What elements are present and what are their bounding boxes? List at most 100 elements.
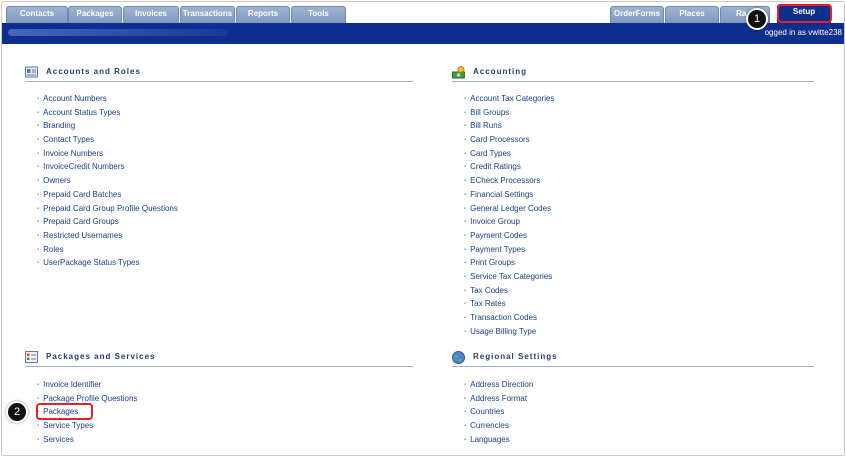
regional-link[interactable]: Currencies	[470, 421, 509, 430]
bullet-icon: ▪	[464, 123, 467, 130]
accounting-item[interactable]: ▪ Print Groups	[464, 256, 554, 270]
accounting-link[interactable]: Card Processors	[470, 135, 530, 144]
regional-link[interactable]: Address Direction	[470, 380, 533, 389]
checklist-icon	[25, 351, 38, 363]
bullet-icon: ▪	[464, 382, 467, 388]
accounts-roles-link[interactable]: Contact Types	[43, 135, 94, 144]
tab-contacts[interactable]: Contacts	[6, 6, 68, 24]
accounts-roles-item[interactable]: ▪ InvoiceCredit Numbers	[37, 160, 178, 174]
tab-invoices[interactable]: Invoices	[123, 6, 179, 24]
packages-services-item[interactable]: ▪ Services	[37, 433, 137, 447]
accounting-link[interactable]: Payment Types	[470, 245, 525, 254]
accounts-roles-item[interactable]: ▪ UserPackage Status Types	[37, 256, 178, 270]
accounting-link[interactable]: Tax Codes	[470, 286, 508, 295]
accounts-roles-link[interactable]: Prepaid Card Groups	[43, 217, 119, 226]
app-window: Contacts Packages Invoices Transactions …	[1, 1, 845, 456]
accounting-link[interactable]: General Ledger Codes	[470, 204, 551, 213]
bullet-icon: ▪	[37, 178, 40, 185]
accounting-link[interactable]: Financial Settings	[470, 190, 533, 199]
accounts-roles-link[interactable]: Branding	[43, 121, 75, 130]
packages-services-item[interactable]: ▪ Invoice Identifier	[37, 378, 137, 392]
accounting-item[interactable]: ▪ ECheck Processors	[464, 174, 554, 188]
accounting-link[interactable]: Invoice Group	[470, 217, 520, 226]
accounts-roles-link[interactable]: Owners	[43, 176, 71, 185]
accounts-roles-item[interactable]: ▪ Restricted Usernames	[37, 229, 178, 243]
accounts-roles-link[interactable]: Roles	[43, 245, 63, 254]
accounts-roles-link[interactable]: UserPackage Status Types	[43, 258, 139, 267]
address-card-icon	[25, 66, 38, 78]
accounting-link[interactable]: Credit Ratings	[470, 162, 521, 171]
tab-reports[interactable]: Reports	[236, 6, 290, 24]
accounting-link[interactable]: Print Groups	[470, 258, 515, 267]
packages-services-link[interactable]: Services	[43, 435, 74, 444]
accounts-roles-item[interactable]: ▪ Branding	[37, 119, 178, 133]
accounting-link[interactable]: Transaction Codes	[470, 313, 537, 322]
accounts-roles-item[interactable]: ▪ Account Status Types	[37, 106, 178, 120]
tab-places[interactable]: Places	[665, 6, 719, 24]
accounting-item[interactable]: ▪ Bill Groups	[464, 106, 554, 120]
accounts-roles-link[interactable]: Account Numbers	[43, 94, 107, 103]
accounts-roles-item[interactable]: ▪ Prepaid Card Groups	[37, 215, 178, 229]
accounting-link[interactable]: Card Types	[470, 149, 511, 158]
accounts-roles-item[interactable]: ▪ Invoice Numbers	[37, 147, 178, 161]
tab-tools[interactable]: Tools	[291, 6, 346, 24]
accounts-roles-item[interactable]: ▪ Prepaid Card Group Profile Questions	[37, 202, 178, 216]
bullet-icon: ▪	[464, 273, 467, 280]
regional-item[interactable]: ▪ Languages	[464, 433, 533, 447]
accounts-roles-link[interactable]: Restricted Usernames	[43, 231, 122, 240]
packages-services-link[interactable]: Invoice Identifier	[43, 380, 101, 389]
accounting-item[interactable]: ▪ Payment Codes	[464, 229, 554, 243]
accounting-link[interactable]: Account Tax Categories	[470, 94, 554, 103]
tab-packages[interactable]: Packages	[68, 6, 122, 24]
bullet-icon: ▪	[464, 109, 467, 116]
accounting-header: Accounting	[451, 66, 814, 82]
accounts-roles-link[interactable]: Invoice Numbers	[43, 149, 103, 158]
accounts-roles-link[interactable]: Account Status Types	[43, 108, 120, 117]
accounting-item[interactable]: ▪ Card Types	[464, 147, 554, 161]
accounting-link[interactable]: Usage Billing Type	[470, 327, 536, 336]
accounts-roles-link[interactable]: InvoiceCredit Numbers	[43, 162, 124, 171]
accounting-item[interactable]: ▪ Payment Types	[464, 243, 554, 257]
regional-item[interactable]: ▪ Address Direction	[464, 378, 533, 392]
packages-services-link[interactable]: Package Profile Questions	[43, 394, 137, 403]
accounting-item[interactable]: ▪ Account Tax Categories	[464, 92, 554, 106]
accounting-item[interactable]: ▪ Transaction Codes	[464, 311, 554, 325]
accounts-roles-item[interactable]: ▪ Contact Types	[37, 133, 178, 147]
accounts-roles-item[interactable]: ▪ Account Numbers	[37, 92, 178, 106]
regional-item[interactable]: ▪ Currencies	[464, 419, 533, 433]
accounting-link[interactable]: Tax Rates	[470, 299, 506, 308]
accounting-link[interactable]: Bill Runs	[470, 121, 502, 130]
accounts-roles-item[interactable]: ▪ Roles	[37, 243, 178, 257]
accounting-link[interactable]: Service Tax Categories	[470, 272, 552, 281]
accounting-item[interactable]: ▪ Bill Runs	[464, 119, 554, 133]
accounting-item[interactable]: ▪ Financial Settings	[464, 188, 554, 202]
accounting-item[interactable]: ▪ General Ledger Codes	[464, 202, 554, 216]
accounting-item[interactable]: ▪ Tax Rates	[464, 297, 554, 311]
packages-services-link[interactable]: Service Types	[43, 421, 93, 430]
accounting-item[interactable]: ▪ Service Tax Categories	[464, 270, 554, 284]
accounting-item[interactable]: ▪ Tax Codes	[464, 284, 554, 298]
regional-item[interactable]: ▪ Countries	[464, 405, 533, 419]
regional-item[interactable]: ▪ Address Format	[464, 392, 533, 406]
regional-link[interactable]: Languages	[470, 435, 510, 444]
accounting-link[interactable]: Bill Groups	[470, 108, 509, 117]
accounts-roles-item[interactable]: ▪ Prepaid Card Batches	[37, 188, 178, 202]
accounting-item[interactable]: ▪ Credit Ratings	[464, 160, 554, 174]
accounting-item[interactable]: ▪ Card Processors	[464, 133, 554, 147]
accounting-link[interactable]: ECheck Processors	[470, 176, 540, 185]
bullet-icon: ▪	[37, 382, 40, 388]
accounting-item[interactable]: ▪ Invoice Group	[464, 215, 554, 229]
top-tab-bar: Contacts Packages Invoices Transactions …	[2, 2, 844, 24]
accounts-roles-link[interactable]: Prepaid Card Batches	[43, 190, 121, 199]
accounts-roles-link[interactable]: Prepaid Card Group Profile Questions	[43, 204, 178, 213]
regional-link[interactable]: Address Format	[470, 394, 527, 403]
bullet-icon: ▪	[464, 150, 467, 157]
tab-transactions[interactable]: Transactions	[180, 6, 235, 24]
tab-orderforms[interactable]: OrderForms	[610, 6, 664, 24]
accounts-roles-item[interactable]: ▪ Owners	[37, 174, 178, 188]
logged-in-status: ogged in as vwitte238	[764, 28, 842, 37]
packages-services-item[interactable]: ▪ Service Types	[37, 419, 137, 433]
accounting-item[interactable]: ▪ Usage Billing Type	[464, 325, 554, 339]
accounting-link[interactable]: Payment Codes	[470, 231, 527, 240]
regional-link[interactable]: Countries	[470, 407, 504, 416]
